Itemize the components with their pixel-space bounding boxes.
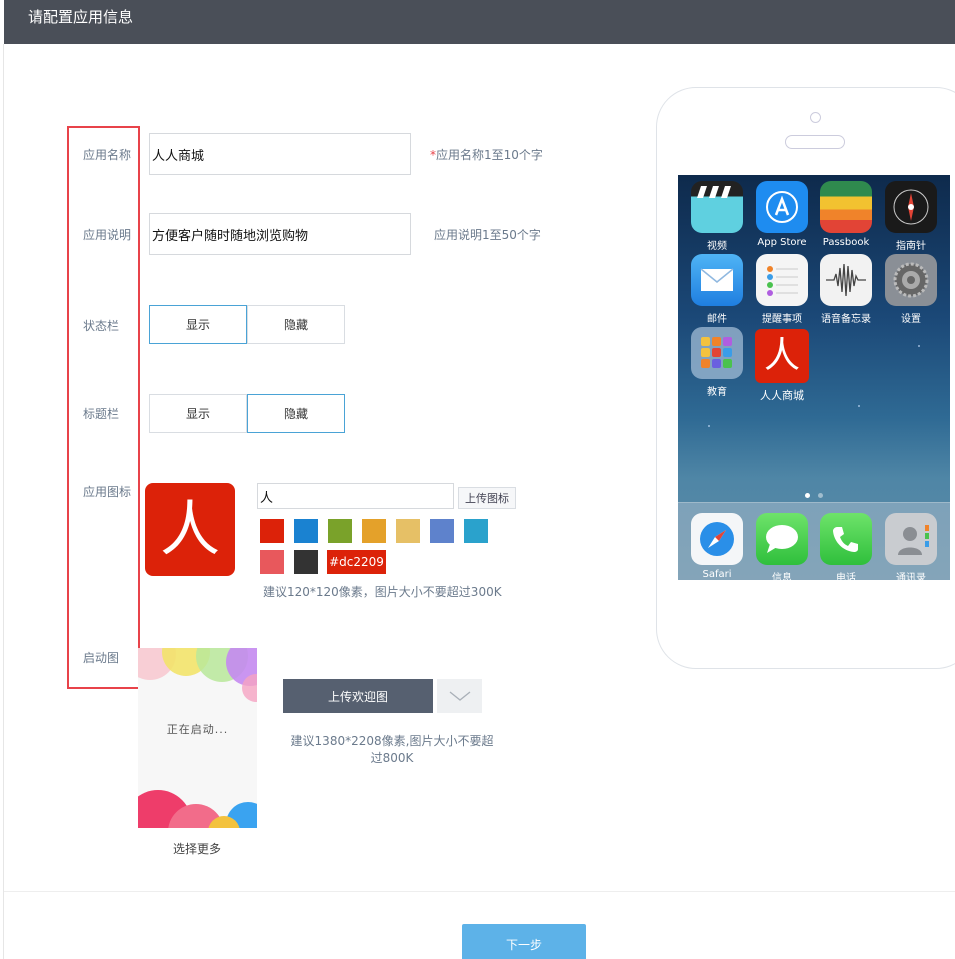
dock-safari[interactable]: Safari bbox=[689, 513, 745, 580]
phone-screen: 视频 App Store Passbook 指南针 邮件 提醒事项 语音备忘录 bbox=[678, 175, 950, 580]
mail-icon bbox=[691, 254, 743, 306]
phone-speaker bbox=[785, 135, 845, 149]
app-label: 指南针 bbox=[896, 241, 926, 252]
app-mail[interactable]: 邮件 bbox=[689, 254, 745, 325]
passbook-icon bbox=[820, 181, 872, 233]
app-store-icon bbox=[756, 181, 808, 233]
app-label: 教育 bbox=[707, 387, 727, 398]
page-indicator bbox=[818, 493, 823, 498]
app-video[interactable]: 视频 bbox=[689, 181, 745, 252]
app-label: 电话 bbox=[836, 573, 856, 580]
app-desc-input[interactable]: 方便客户随时随地浏览购物 bbox=[149, 213, 411, 255]
page-title: 请配置应用信息 bbox=[28, 8, 134, 26]
splash-bubbles-art bbox=[138, 648, 257, 828]
color-swatch-red[interactable] bbox=[260, 519, 284, 543]
status-bar-show-option[interactable]: 显示 bbox=[149, 305, 247, 344]
app-label: 设置 bbox=[901, 314, 921, 325]
app-label: 视频 bbox=[707, 241, 727, 252]
dock-phone[interactable]: 电话 bbox=[818, 513, 874, 580]
phone-camera bbox=[810, 112, 821, 123]
app-label: 语音备忘录 bbox=[821, 314, 871, 325]
compass-icon bbox=[885, 181, 937, 233]
icon-text-input[interactable]: 人 bbox=[257, 483, 454, 509]
app-app-store[interactable]: App Store bbox=[754, 181, 810, 248]
folder-icon bbox=[691, 327, 743, 379]
app-name-value: 人人商城 bbox=[152, 148, 205, 164]
app-name-hint: *应用名称1至10个字 bbox=[430, 146, 543, 163]
color-swatch-blue[interactable] bbox=[294, 519, 318, 543]
app-name-label: 应用名称 bbox=[83, 148, 132, 162]
reminders-icon bbox=[756, 254, 808, 306]
app-icon-preview: 人 bbox=[145, 483, 235, 576]
app-name-hint-text: 应用名称1至10个字 bbox=[436, 148, 543, 162]
settings-icon bbox=[885, 254, 937, 306]
title-bar-label: 标题栏 bbox=[83, 407, 120, 421]
dock-contacts[interactable]: 通讯录 bbox=[883, 513, 939, 580]
color-swatch-orange[interactable] bbox=[362, 519, 386, 543]
app-compass[interactable]: 指南针 bbox=[883, 181, 939, 252]
app-label: Passbook bbox=[822, 237, 870, 248]
contacts-icon bbox=[885, 513, 937, 565]
status-bar-label: 状态栏 bbox=[83, 319, 120, 333]
next-step-button[interactable]: 下一步 bbox=[462, 924, 586, 959]
safari-icon bbox=[691, 513, 743, 565]
app-icon-label: 应用图标 bbox=[83, 485, 132, 499]
title-bar-toggle: 显示 隐藏 bbox=[149, 394, 345, 433]
app-label: 通讯录 bbox=[896, 573, 926, 580]
app-desc-label: 应用说明 bbox=[83, 228, 132, 242]
choose-more-link[interactable]: 选择更多 bbox=[173, 840, 221, 857]
header-bar: 请配置应用信息 bbox=[4, 0, 955, 44]
app-reminders[interactable]: 提醒事项 bbox=[754, 254, 810, 325]
app-label: 信息 bbox=[772, 573, 792, 580]
color-swatch-green[interactable] bbox=[328, 519, 352, 543]
clapper-icon bbox=[697, 186, 731, 198]
app-renren-store[interactable]: 人 人人商城 bbox=[752, 329, 812, 403]
status-bar-hide-option[interactable]: 隐藏 bbox=[247, 305, 345, 344]
title-bar-hide-option[interactable]: 隐藏 bbox=[247, 394, 345, 433]
color-swatch-pink[interactable] bbox=[260, 550, 284, 574]
phone-icon bbox=[820, 513, 872, 565]
color-swatch-indigo[interactable] bbox=[430, 519, 454, 543]
color-swatch-gold[interactable] bbox=[396, 519, 420, 543]
chevron-down-icon bbox=[449, 691, 470, 701]
app-passbook[interactable]: Passbook bbox=[818, 181, 874, 248]
title-bar-show-option[interactable]: 显示 bbox=[149, 394, 247, 433]
app-desc-hint: 应用说明1至50个字 bbox=[434, 228, 541, 242]
messages-icon bbox=[756, 513, 808, 565]
app-desc-value: 方便客户随时随地浏览购物 bbox=[152, 228, 309, 244]
icon-size-hint: 建议120*120像素，图片大小不要超过300K bbox=[263, 585, 502, 599]
app-label: Safari bbox=[702, 569, 732, 580]
video-icon bbox=[691, 181, 743, 233]
selected-color-hex[interactable]: #dc2209 bbox=[327, 550, 386, 574]
splash-preview[interactable]: 正在启动... bbox=[138, 648, 257, 828]
app-icon-glyph: 人 bbox=[160, 494, 220, 565]
upload-splash-button[interactable]: 上传欢迎图 bbox=[283, 679, 433, 713]
icon-text-value: 人 bbox=[260, 490, 274, 506]
splash-label: 启动图 bbox=[83, 651, 120, 665]
upload-icon-button[interactable]: 上传图标 bbox=[458, 487, 516, 509]
color-swatch-dark[interactable] bbox=[294, 550, 318, 574]
voice-memo-icon bbox=[820, 254, 872, 306]
app-label: 提醒事项 bbox=[762, 314, 802, 325]
splash-dropdown-toggle[interactable] bbox=[437, 679, 482, 713]
store-app-glyph: 人 bbox=[763, 335, 800, 376]
app-label: 人人商城 bbox=[760, 389, 804, 402]
status-bar-toggle: 显示 隐藏 bbox=[149, 305, 345, 344]
dock-messages[interactable]: 信息 bbox=[754, 513, 810, 580]
app-voice-memos[interactable]: 语音备忘录 bbox=[818, 254, 874, 325]
footer-divider bbox=[4, 891, 955, 892]
app-label: App Store bbox=[757, 237, 807, 248]
phone-dock: Safari 信息 电话 通讯录 bbox=[678, 502, 950, 580]
app-label: 邮件 bbox=[707, 314, 727, 325]
page-indicator-active bbox=[805, 493, 810, 498]
splash-size-hint: 建议1380*2208像素,图片大小不要超过800K bbox=[290, 734, 494, 765]
app-settings[interactable]: 设置 bbox=[883, 254, 939, 325]
app-name-input[interactable]: 人人商城 bbox=[149, 133, 411, 175]
left-border bbox=[3, 44, 4, 959]
app-education-folder[interactable]: 教育 bbox=[689, 327, 745, 398]
splash-preview-text: 正在启动... bbox=[166, 723, 229, 736]
color-swatch-cyan[interactable] bbox=[464, 519, 488, 543]
store-app-icon: 人 bbox=[755, 329, 809, 383]
